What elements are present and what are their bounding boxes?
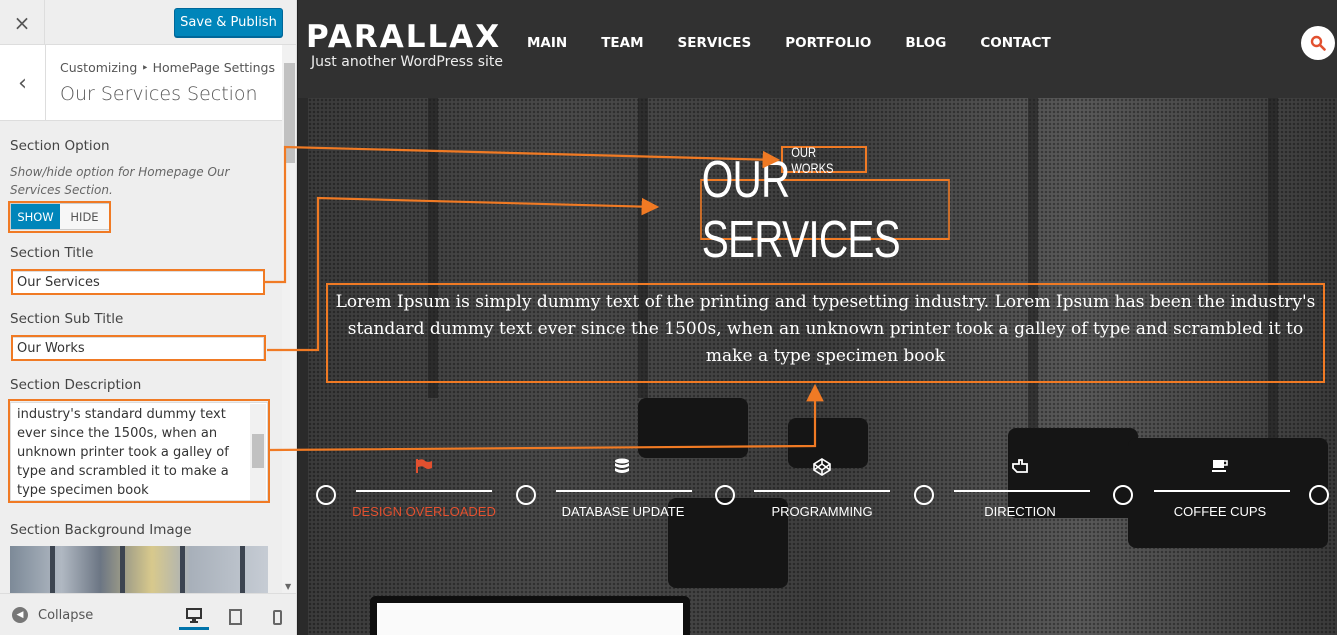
service-label-design-overloaded[interactable]: DESIGN OVERLOADED [344,504,504,519]
services-description: Lorem Ipsum is simply dummy text of the … [326,283,1325,383]
service-label-direction[interactable]: DIRECTION [940,504,1100,519]
tablet-icon [228,609,242,625]
section-subtitle-input[interactable]: Our Works [12,337,264,361]
menu-item-team[interactable]: TEAM [601,35,643,51]
timeline-line [754,490,890,492]
menu-item-blog[interactable]: BLOG [905,35,946,51]
show-hide-toggle: SHOW HIDE [10,203,110,230]
section-description-textarea[interactable]: industry's standard dummy text ever sinc… [10,402,268,501]
site-tagline: Just another WordPress site [311,54,504,70]
mobile-preview-button[interactable] [262,604,292,630]
timeline-dot [715,485,735,505]
menu-item-services[interactable]: SERVICES [678,35,752,51]
background-image-thumbnail[interactable] [10,546,268,594]
timeline-line [356,490,492,492]
codepen-icon [812,458,832,476]
section-title-input[interactable]: Our Services [12,271,264,295]
site-logo[interactable]: PARALLAX [306,19,501,55]
tablet-preview-button[interactable] [220,604,250,630]
search-icon [1310,35,1326,51]
timeline-line [954,490,1090,492]
menu-item-main[interactable]: MAIN [527,35,567,51]
show-option[interactable]: SHOW [11,204,60,229]
coffee-icon [1210,458,1230,476]
section-subtitle-label: Section Sub Title [10,311,124,327]
timeline-dot [316,485,336,505]
search-button[interactable] [1301,26,1335,60]
scroll-down-icon[interactable]: ▼ [285,582,291,591]
timeline-dot [1113,485,1133,505]
description-text: industry's standard dummy text ever sinc… [17,407,229,498]
save-publish-button[interactable]: Save & Publish [174,8,283,37]
customizer-sidebar: × Save & Publish ‹ Customizing ‣ HomePag… [0,0,297,635]
services-title: OUR SERVICES [700,151,950,269]
section-header: ‹ Customizing ‣ HomePage Settings Our Se… [0,45,282,121]
close-icon: × [13,10,31,35]
main-menu: MAIN TEAM SERVICES PORTFOLIO BLOG CONTAC… [527,35,1085,51]
menu-item-portfolio[interactable]: PORTFOLIO [785,35,871,51]
hide-option[interactable]: HIDE [60,204,109,229]
breadcrumb: Customizing ‣ HomePage Settings [60,60,275,75]
hand-pointer-icon [1010,458,1030,476]
timeline-dot [1309,485,1329,505]
services-title-text: OUR SERVICES [701,150,901,269]
close-customizer-button[interactable]: × [0,0,45,45]
desktop-icon [186,608,202,623]
timeline-line [1154,490,1290,492]
section-description-label: Section Description [10,377,142,393]
customizer-footer: ◀ Collapse [0,593,296,635]
service-label-programming[interactable]: PROGRAMMING [742,504,902,519]
timeline-line [556,490,692,492]
collapse-arrow-icon: ◀ [12,607,28,623]
textarea-scrollbar[interactable] [250,404,266,500]
menu-item-contact[interactable]: CONTACT [980,35,1050,51]
services-timeline: DESIGN OVERLOADED DATABASE UPDATE PROGRA… [316,450,1337,530]
customizer-topbar: × Save & Publish [0,0,296,45]
timeline-dot [914,485,934,505]
chevron-left-icon: ‹ [18,70,27,96]
collapse-label: Collapse [38,607,94,623]
panel-title: Our Services Section [60,83,258,105]
site-header: PARALLAX Just another WordPress site MAI… [298,0,1337,98]
textarea-scroll-thumb[interactable] [252,434,264,468]
service-label-database-update[interactable]: DATABASE UPDATE [543,504,703,519]
sidebar-scrollbar[interactable]: ▼ [282,45,296,593]
section-bg-image-label: Section Background Image [10,522,192,538]
site-preview: PARALLAX Just another WordPress site MAI… [298,0,1337,635]
timeline-dot [516,485,536,505]
flag-icon [414,458,434,476]
monitor-graphic [370,596,690,635]
mobile-icon [272,609,282,625]
section-option-label: Section Option [10,138,110,154]
back-button[interactable]: ‹ [0,45,46,121]
collapse-button[interactable]: ◀ Collapse [12,607,93,623]
service-label-coffee-cups[interactable]: COFFEE CUPS [1140,504,1300,519]
section-title-label: Section Title [10,245,94,261]
database-icon [612,458,632,476]
desktop-preview-button[interactable] [179,604,209,630]
scrollbar-thumb[interactable] [284,63,295,163]
section-option-description: Show/hide option for Homepage Our Servic… [10,165,230,197]
